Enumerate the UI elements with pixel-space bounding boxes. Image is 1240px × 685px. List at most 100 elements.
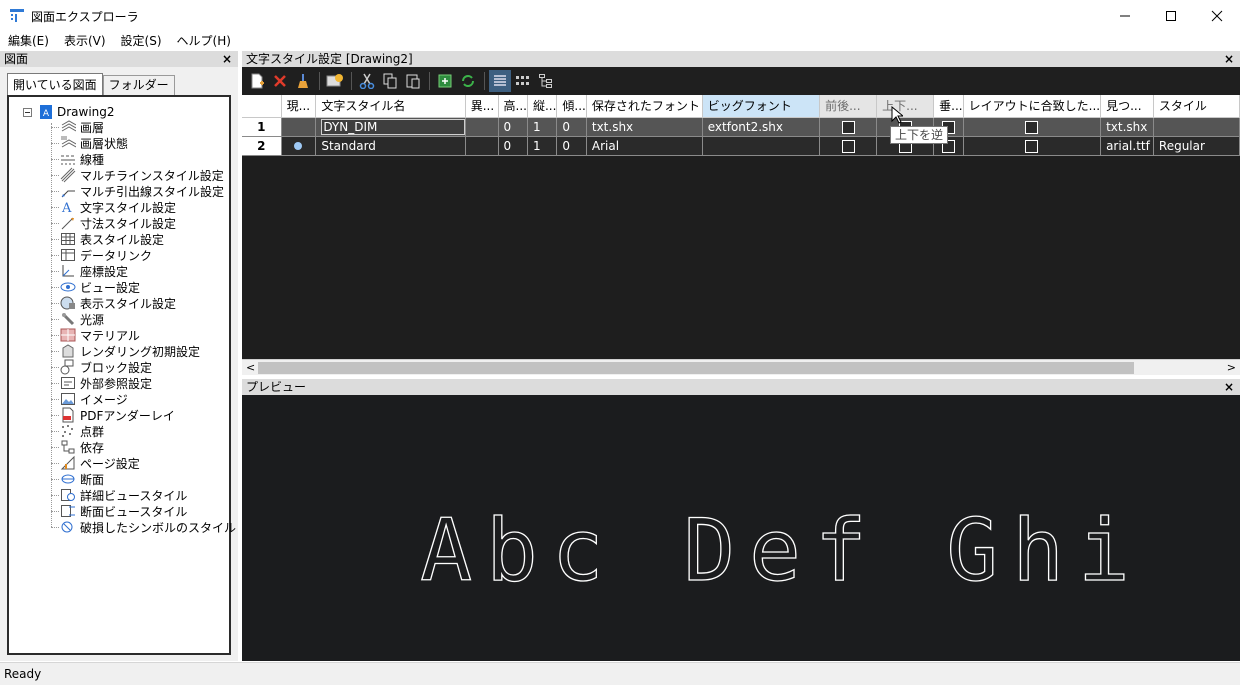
column-header[interactable]: スタイル [1153,95,1240,118]
tree-item[interactable]: レンダリング初期設定 [51,343,236,359]
layout-match-cell[interactable] [963,117,1102,137]
cut-button[interactable] [356,70,378,92]
column-header[interactable]: 保存されたフォント [586,95,703,118]
tree-item[interactable]: 線種 [51,151,236,167]
layout-match-cell[interactable] [963,136,1102,156]
column-header[interactable]: レイアウトに合致した... [963,95,1102,118]
style-name-cell[interactable]: DYN_DIM [315,117,466,137]
menu-help[interactable]: ヘルプ(H) [169,31,238,51]
current-cell[interactable] [281,117,317,137]
menu-view[interactable]: 表示(V) [56,31,113,51]
tree-item[interactable]: 断面 [51,471,236,487]
tab-open-drawings[interactable]: 開いている図面 [7,73,103,95]
list-view-button[interactable] [489,70,511,92]
table-row[interactable]: 1 DYN_DIM 0 1 0 txt.shx extfont2.shx txt… [242,117,1240,137]
column-header[interactable]: 傾... [556,95,587,118]
column-header[interactable]: 垂... [933,95,964,118]
font-style-cell[interactable] [1153,117,1240,137]
tree-item[interactable]: 座標設定 [51,263,236,279]
row-number[interactable]: 2 [242,136,282,156]
tree-item[interactable]: 光源 [51,311,236,327]
oblique-cell[interactable]: 0 [556,136,587,156]
scroll-right-arrow[interactable]: > [1227,360,1236,375]
style-name-editor[interactable]: DYN_DIM [321,118,465,135]
text-style-panel-close-button[interactable]: × [1224,51,1234,67]
tree-item[interactable]: 断面ビュースタイル [51,503,236,519]
import-button[interactable] [434,70,456,92]
column-header[interactable]: 前後... [819,95,878,118]
tree-item[interactable]: 破損したシンボルのスタイル [51,519,236,535]
big-font-cell[interactable] [702,136,821,156]
tree-item[interactable]: マルチ引出線スタイル設定 [51,183,236,199]
tree-item[interactable]: PDFアンダーレイ [51,407,236,423]
tab-folders[interactable]: フォルダー [102,75,175,95]
tree-item[interactable]: 画層状態 [51,135,236,151]
corner-header[interactable] [242,95,282,118]
tree-item[interactable]: イメージ [51,391,236,407]
column-header[interactable]: 見つ... [1100,95,1154,118]
tree-item[interactable]: A 文字スタイル設定 [51,199,236,215]
minimize-button[interactable] [1102,0,1148,31]
width-factor-cell[interactable]: 1 [527,117,558,137]
delete-button[interactable] [269,70,291,92]
tree-item[interactable]: 表示スタイル設定 [51,295,236,311]
set-current-button[interactable] [324,70,346,92]
close-button[interactable] [1194,0,1240,31]
copy-button[interactable] [379,70,401,92]
height-cell[interactable]: 0 [498,136,528,156]
column-header[interactable]: 縦... [527,95,558,118]
oblique-cell[interactable]: 0 [556,117,587,137]
height-cell[interactable]: 0 [498,117,528,137]
collapse-icon[interactable] [23,107,32,117]
current-cell[interactable] [281,136,317,156]
drawings-panel-close-button[interactable]: × [222,51,232,67]
font-style-cell[interactable]: Regular [1153,136,1240,156]
new-button[interactable] [246,70,268,92]
maximize-button[interactable] [1148,0,1194,31]
annotative-cell[interactable] [465,136,499,156]
tree-item[interactable]: データリンク [51,247,236,263]
column-header[interactable]: 上下... [876,95,935,118]
column-header[interactable]: 異... [465,95,499,118]
style-name-cell[interactable]: Standard [315,136,466,156]
layout-match-checkbox[interactable] [1025,139,1039,153]
saved-font-cell[interactable]: Arial [586,136,703,156]
tree-item[interactable]: ビュー設定 [51,279,236,295]
big-font-cell[interactable]: extfont2.shx [702,117,821,137]
tree-item[interactable]: 依存 [51,439,236,455]
backwards-cell[interactable] [819,117,878,137]
column-header[interactable]: 高... [498,95,528,118]
column-header[interactable]: ビッグフォント [702,95,821,118]
found-font-cell[interactable]: txt.shx [1100,117,1154,137]
grid-view-button[interactable] [512,70,534,92]
horizontal-scrollbar[interactable]: < > [242,359,1240,375]
row-number[interactable]: 1 [242,117,282,137]
tree-item[interactable]: マルチラインスタイル設定 [51,167,236,183]
column-header[interactable]: 現... [281,95,317,118]
table-row[interactable]: 2 Standard 0 1 0 Arial arial.ttf Regular [242,136,1240,156]
tree-item[interactable]: 点群 [51,423,236,439]
annotative-cell[interactable] [465,117,499,137]
tree-item[interactable]: 詳細ビュースタイル [51,487,236,503]
paste-button[interactable] [402,70,424,92]
tree-item[interactable]: ブロック設定 [51,359,236,375]
refresh-button[interactable] [457,70,479,92]
tree-view-button[interactable] [535,70,557,92]
saved-font-cell[interactable]: txt.shx [586,117,703,137]
preview-panel-close-button[interactable]: × [1224,379,1234,395]
backwards-checkbox[interactable] [841,120,855,134]
scroll-left-arrow[interactable]: < [246,360,255,375]
tree-item[interactable]: 表スタイル設定 [51,231,236,247]
tree-item[interactable]: 画層 [51,119,236,135]
tree-item[interactable]: 寸法スタイル設定 [51,215,236,231]
backwards-checkbox[interactable] [841,139,855,153]
width-factor-cell[interactable]: 1 [527,136,558,156]
menu-edit[interactable]: 編集(E) [0,31,56,51]
menu-settings[interactable]: 設定(S) [113,31,169,51]
tree-item[interactable]: 外部参照設定 [51,375,236,391]
purge-button[interactable] [292,70,314,92]
found-font-cell[interactable]: arial.ttf [1100,136,1154,156]
scroll-thumb[interactable] [258,362,1134,374]
backwards-cell[interactable] [819,136,878,156]
tree-item[interactable]: ページ設定 [51,455,236,471]
